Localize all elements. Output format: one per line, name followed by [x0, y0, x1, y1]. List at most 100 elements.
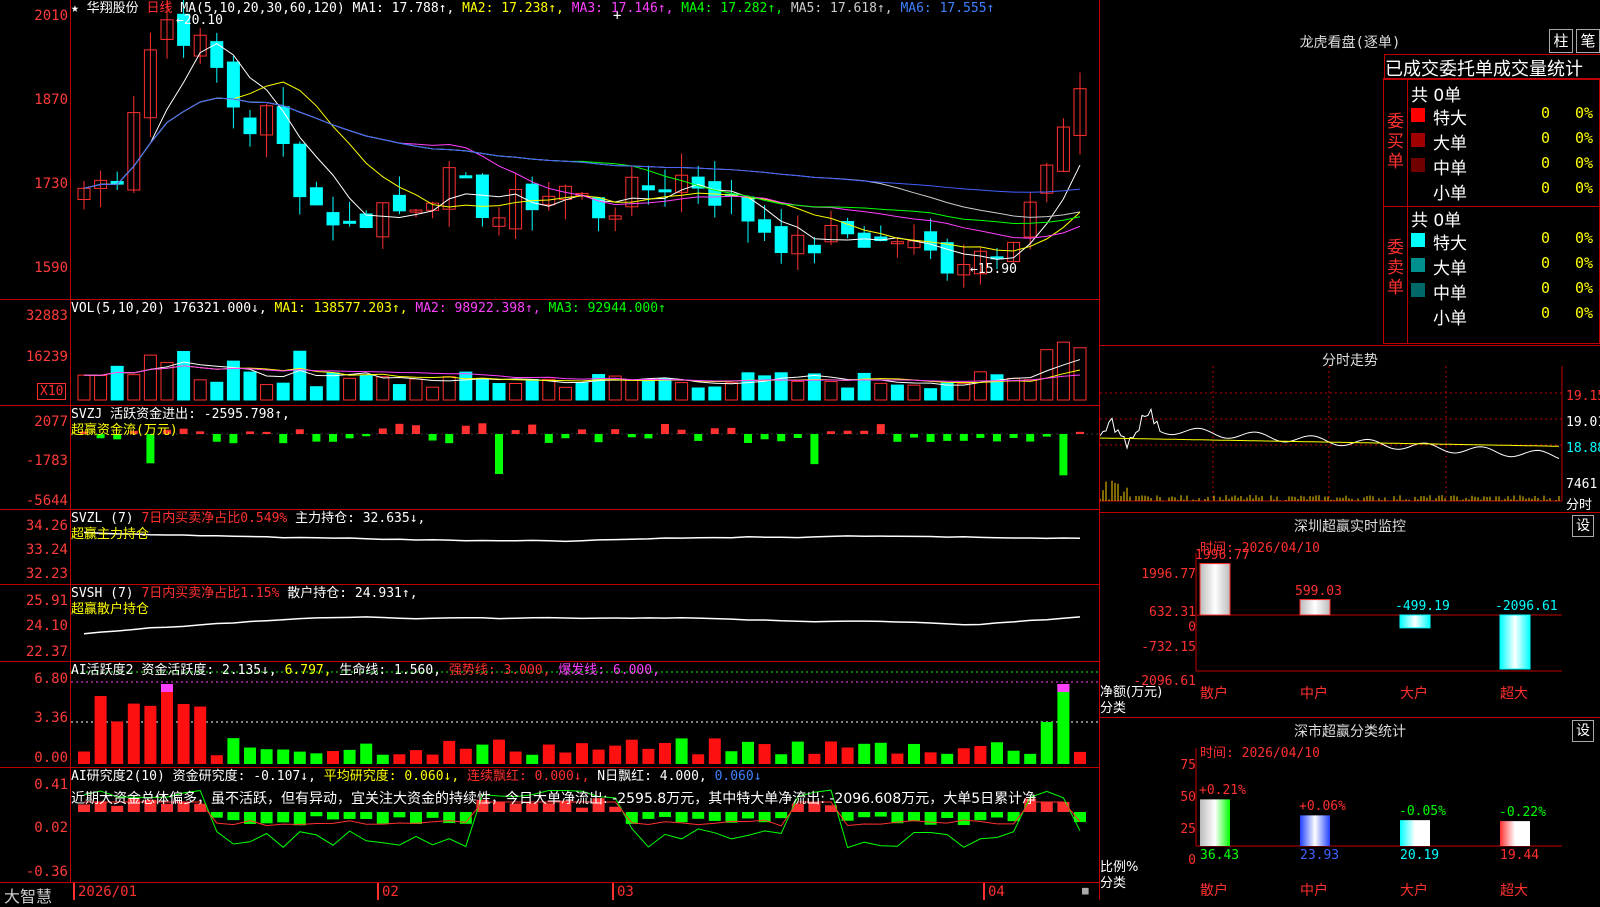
svzj-panel[interactable]: SVZJ 活跃资金进出: -2595.798↑, 超赢资金流(万元) 2077 … [0, 406, 1099, 510]
monitor-bar [1299, 599, 1331, 616]
flow-bar [860, 430, 869, 434]
order-percent: 0% [1575, 304, 1594, 322]
period-label[interactable]: 日线 [147, 1, 173, 16]
research-bar [360, 812, 373, 819]
volume-bar [243, 371, 257, 401]
candle-body [641, 185, 655, 191]
svzl-panel[interactable]: SVZL (7) 7日内买卖净占比0.549% 主力持仓: 32.635↓, 超… [0, 510, 1099, 585]
order-type-label: 小单 [1433, 184, 1467, 204]
ai-active-panel[interactable]: AI活跃度2 资金活跃度: 2.135↓, 6.797, 生命线: 1.560,… [0, 662, 1099, 768]
flow-bar [412, 425, 420, 434]
candlestick-chart[interactable] [0, 0, 1099, 300]
active-bar [974, 746, 987, 764]
stat-percent-label: 20.19 [1400, 848, 1440, 863]
order-count: 0 [1541, 254, 1551, 272]
flow-bar [561, 434, 570, 439]
ai-research-chart[interactable] [0, 768, 1099, 882]
flow-bar [827, 431, 835, 434]
volume-bar [658, 377, 672, 401]
svzl-header: SVZL (7) 7日内买卖净占比0.549% 主力持仓: 32.635↓, 超… [71, 511, 426, 542]
sell-total: 共 0单 [1411, 211, 1462, 231]
active-bar [808, 753, 821, 764]
volume-bar [542, 378, 556, 401]
ai-research-axis-label: 0.02 [34, 820, 68, 836]
ai-research-header: AI研究度2(10) 资金研究度: -0.107↓, 平均研究度: 0.060↓… [71, 769, 762, 784]
flow-bar [810, 434, 819, 465]
volume-bar [459, 371, 473, 401]
svsh-panel[interactable]: SVSH (7) 7日内买卖净占比1.15% 散户持仓: 24.931↑, 超赢… [0, 585, 1099, 662]
candle-body [293, 143, 307, 198]
volume-bar [675, 382, 689, 401]
stat-category-label: 中户 [1300, 883, 1328, 899]
price-axis-label: 1730 [34, 176, 68, 192]
date-axis: 大智慧 2026/01 02 03 04 ■ [0, 882, 1099, 906]
intraday-panel[interactable]: 分时走势 19.15 19.01 18.88 7461 分时 [1100, 345, 1600, 513]
order-percent: 0% [1575, 104, 1594, 122]
volume-bar [691, 387, 705, 401]
active-bar [991, 742, 1003, 764]
research-bar [227, 812, 240, 821]
volume-bar [392, 384, 406, 401]
volume-bar [193, 379, 207, 401]
intraday-axis-label: 18.88 [1566, 441, 1600, 456]
flow-bar [395, 423, 404, 434]
lock-icon[interactable]: ■ [1082, 884, 1089, 897]
active-bar [94, 696, 107, 764]
active-bar [592, 749, 605, 764]
monitor-bar-value: 599.03 [1295, 583, 1342, 599]
volume-panel[interactable]: VOL(5,10,20) 176321.000↓, MA1: 138577.20… [0, 300, 1099, 406]
candle-body [658, 189, 672, 193]
volume-bar [940, 382, 954, 401]
monitor-panel[interactable]: 深圳超赢实时监控 设 时间: 2026/04/10 1996.77 632.31… [1100, 512, 1600, 717]
active-bar [874, 742, 887, 764]
svsh-axis-label: 22.37 [25, 644, 68, 660]
active-bar [1040, 722, 1053, 764]
buy-total: 共 0单 [1411, 86, 1462, 106]
flow-bar [694, 434, 703, 441]
stock-name[interactable]: 华翔股份 [87, 1, 139, 16]
active-bar [310, 753, 323, 764]
flow-bar [544, 434, 553, 443]
volume-bar [1073, 347, 1087, 401]
ai-active-axis-label: 6.80 [34, 671, 68, 687]
active-bar [177, 703, 190, 764]
active-bar [493, 739, 505, 764]
date-label: 04 [988, 884, 1005, 900]
active-bar [791, 741, 804, 764]
research-bar [293, 812, 306, 826]
bar-view-button[interactable]: 柱 [1549, 29, 1573, 53]
active-bar [476, 744, 489, 764]
order-percent: 0% [1575, 279, 1594, 297]
dragon-tiger-panel[interactable]: 龙虎看盘(逐单) 柱 笔 已成交委托单成交量统计 委买单 委卖单 共 0单 共 … [1100, 0, 1600, 345]
active-bar [376, 754, 389, 764]
tick-view-button[interactable]: 笔 [1576, 29, 1600, 53]
order-row: 小单 0 0% [1411, 304, 1597, 329]
volume-bar [625, 379, 639, 401]
date-label: 2026/01 [78, 884, 138, 900]
flow-bar [744, 434, 752, 443]
flow-bar [876, 424, 885, 434]
ma2-value: MA2: 17.238↑, [462, 1, 564, 16]
vol-unit-badge[interactable]: X10 [37, 383, 67, 400]
order-color-swatch [1411, 283, 1425, 297]
brand-label: 大智慧 [4, 887, 53, 906]
stat-panel[interactable]: 深市超赢分类统计 设 时间: 2026/04/10 75 50 25 0 比例%… [1100, 717, 1600, 900]
order-color-swatch [1411, 308, 1425, 322]
research-bar [708, 812, 721, 821]
active-bar [559, 752, 572, 764]
monitor-category-label: 中户 [1300, 686, 1328, 702]
candle-body [758, 219, 772, 233]
order-row: 中单 0 0% [1411, 279, 1597, 304]
active-bar [1057, 684, 1070, 764]
research-bar [858, 812, 871, 818]
intraday-chart[interactable] [1100, 346, 1600, 513]
active-bar [443, 740, 456, 764]
active-bar [343, 749, 356, 764]
flow-bar [727, 427, 736, 434]
flow-bar [295, 429, 304, 434]
candle-body [940, 242, 954, 274]
price-panel[interactable]: ★ 华翔股份 日线 MA(5,10,20,30,60,120) MA1: 17.… [0, 0, 1099, 300]
date-label: 02 [382, 884, 399, 900]
order-type-label: 中单 [1433, 159, 1467, 179]
ai-research-panel[interactable]: AI研究度2(10) 资金研究度: -0.107↓, 平均研究度: 0.060↓… [0, 768, 1099, 882]
